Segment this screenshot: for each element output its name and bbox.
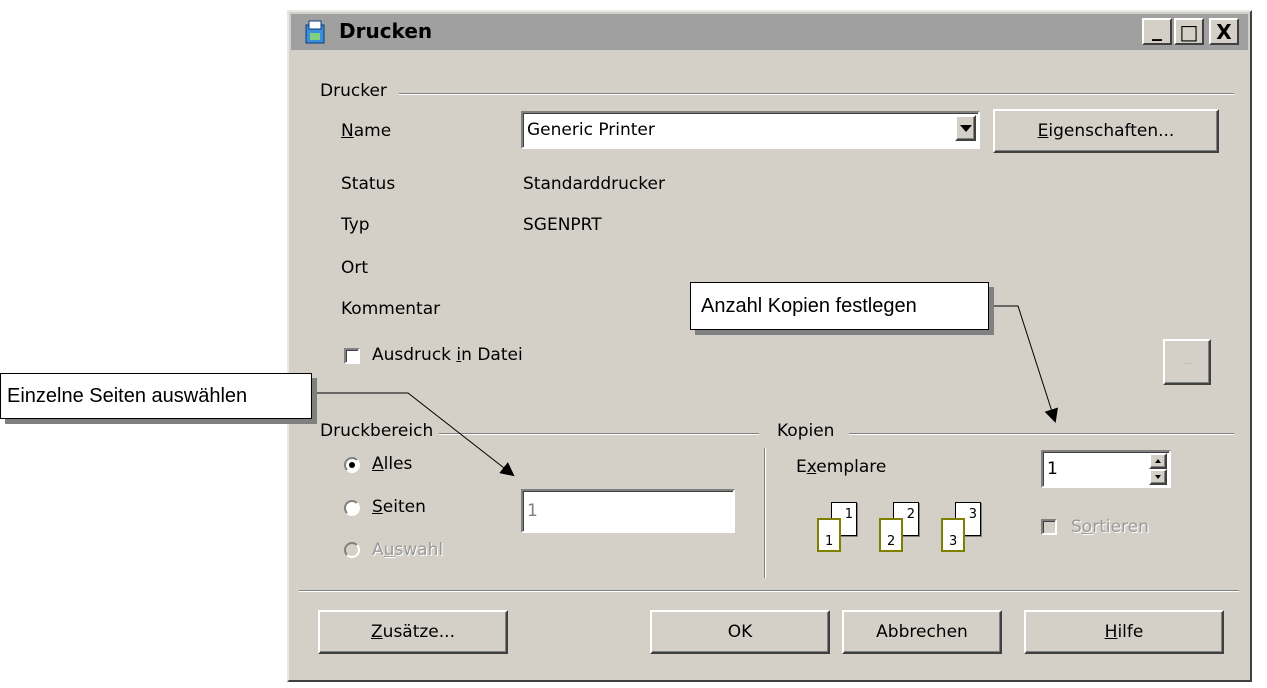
- callout-leader-lines: [312, 305, 1058, 477]
- copies-callout: Anzahl Kopien festlegen: [690, 282, 989, 330]
- copies-callout-text: Anzahl Kopien festlegen: [701, 294, 917, 317]
- pages-callout: Einzelne Seiten auswählen: [0, 373, 312, 419]
- pages-callout-text: Einzelne Seiten auswählen: [7, 384, 248, 407]
